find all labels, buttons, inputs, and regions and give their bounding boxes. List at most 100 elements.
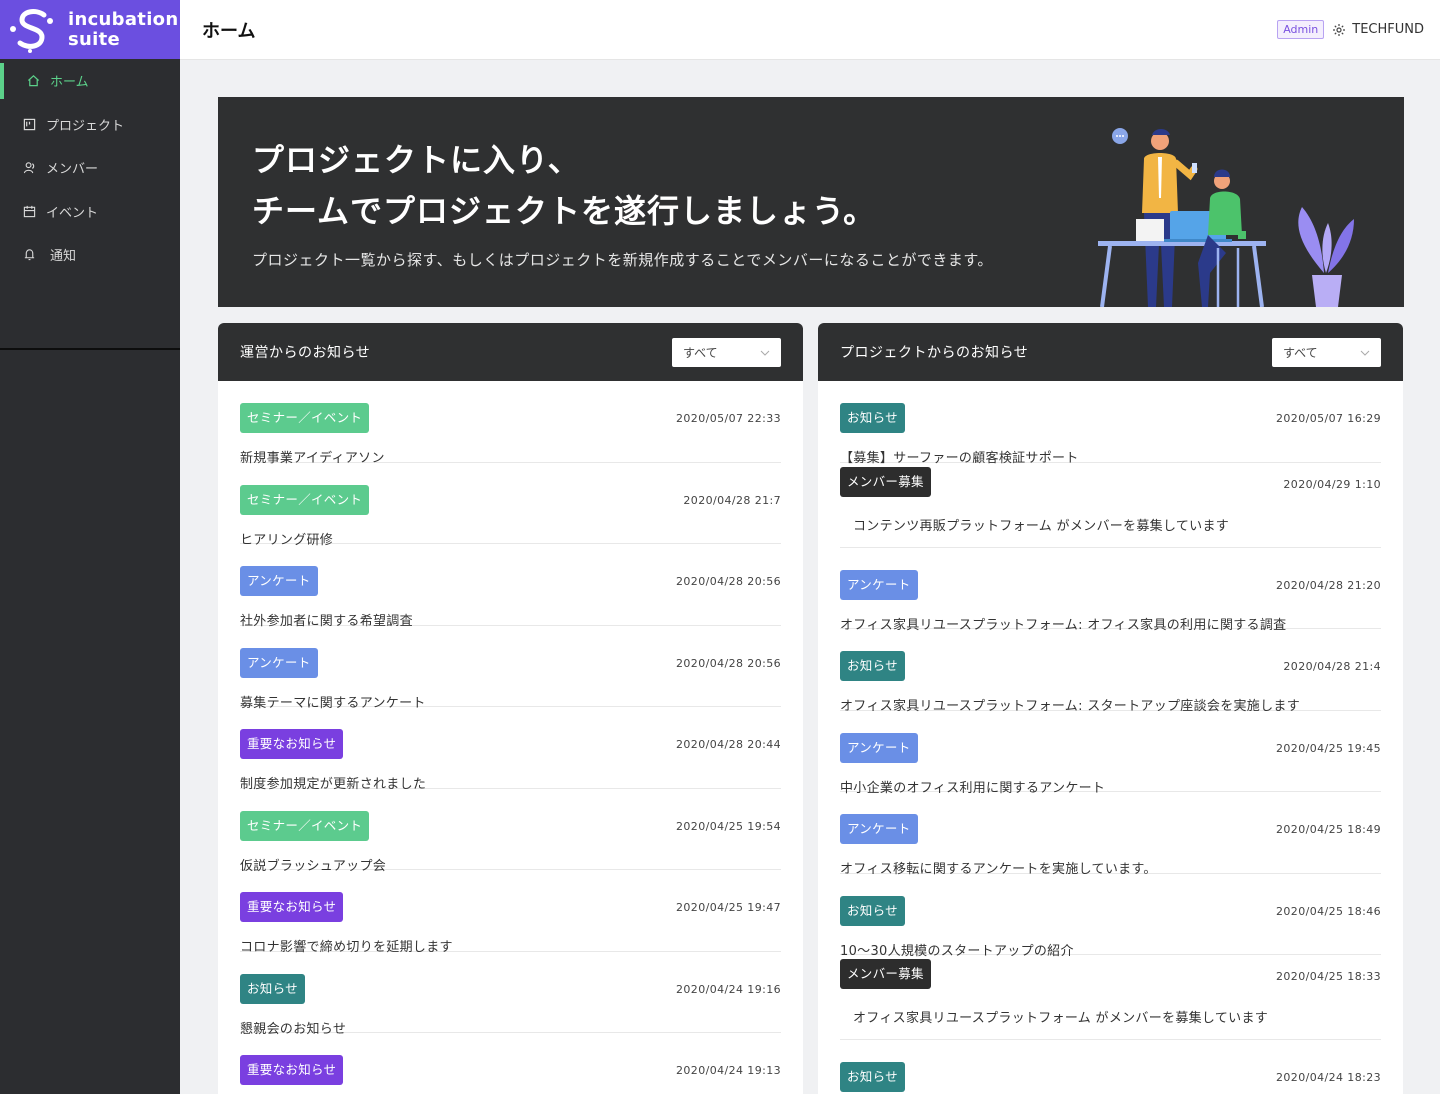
chevron-down-icon	[760, 345, 770, 359]
category-tag[interactable]: お知らせ	[840, 403, 905, 433]
category-tag[interactable]: お知らせ	[840, 651, 905, 681]
notice-title[interactable]: オフィス家具リユースプラットフォーム がメンバーを募集しています	[853, 1007, 1268, 1026]
notice-item[interactable]: セミナー／イベント 2020/04/28 21:7 ヒアリング研修	[240, 463, 781, 548]
gear-icon[interactable]	[1332, 23, 1346, 37]
notice-item[interactable]: 重要なお知らせ 2020/04/25 19:47 コロナ影響で締め切りを延期しま…	[240, 870, 781, 955]
category-tag[interactable]: お知らせ	[840, 895, 905, 926]
notice-date: 2020/04/28 21:7	[683, 493, 781, 507]
notice-item[interactable]: アンケート 2020/04/28 21:20 オフィス家具リユースプラットフォー…	[840, 548, 1381, 633]
notice-item[interactable]: メンバー募集 2020/04/29 1:10 コンテンツ再販プラットフォーム が…	[840, 463, 1381, 548]
notice-item[interactable]: お知らせ 2020/04/24 18:23	[840, 1040, 1381, 1094]
notice-item[interactable]: お知らせ 2020/04/24 19:16 懇親会のお知らせ	[240, 952, 781, 1037]
notice-date: 2020/04/25 19:45	[1276, 741, 1381, 755]
notice-item[interactable]: お知らせ 2020/04/25 18:46 10〜30人規模のスタートアップの紹…	[840, 874, 1381, 959]
notice-item[interactable]: セミナー／イベント 2020/05/07 22:33 新規事業アイディアソン	[240, 381, 781, 466]
panel-title: プロジェクトからのお知らせ	[840, 345, 1029, 361]
sidebar: incubation suite ホーム プロジェクト メンバー イベント 通知	[0, 0, 180, 1094]
panel-header: プロジェクトからのお知らせ すべて	[818, 323, 1403, 381]
notice-date: 2020/05/07 16:29	[1276, 412, 1381, 425]
category-tag[interactable]: セミナー／イベント	[240, 810, 370, 841]
category-tag[interactable]: お知らせ	[840, 1062, 905, 1092]
sidebar-nav: ホーム プロジェクト メンバー イベント 通知	[0, 59, 180, 277]
sidebar-item-notifications[interactable]: 通知	[0, 233, 180, 277]
header-account: Admin TECHFUND	[1277, 20, 1424, 39]
team-illustration	[1098, 128, 1354, 307]
sidebar-item-members[interactable]: メンバー	[0, 146, 180, 190]
notice-item[interactable]: 重要なお知らせ 2020/04/24 19:13	[240, 1033, 781, 1094]
logo-mark-icon	[10, 8, 53, 53]
panel-header: 運営からのお知らせ すべて	[218, 323, 803, 381]
brand-line2: suite	[68, 28, 121, 50]
sidebar-top: incubation suite ホーム プロジェクト メンバー イベント 通知	[0, 0, 180, 350]
hero-title: プロジェクトに入り、 チームでプロジェクトを遂行しましょう。	[252, 135, 876, 237]
hero-title-line1: プロジェクトに入り、	[252, 141, 581, 179]
hero-title-line2: チームでプロジェクトを遂行しましょう。	[252, 192, 877, 230]
notice-date: 2020/04/24 18:23	[1276, 1071, 1381, 1084]
notice-date: 2020/04/25 18:33	[1276, 970, 1381, 983]
category-tag[interactable]: お知らせ	[240, 973, 305, 1004]
notice-item[interactable]: お知らせ 2020/04/28 21:4 オフィス家具リユースプラットフォーム:…	[840, 629, 1381, 714]
bell-icon	[22, 248, 36, 262]
home-icon	[26, 74, 40, 88]
org-name[interactable]: TECHFUND	[1352, 22, 1424, 37]
brand-logo[interactable]: incubation suite	[0, 0, 180, 59]
notice-date: 2020/04/28 20:56	[676, 656, 781, 670]
category-tag[interactable]: アンケート	[240, 647, 318, 678]
notice-item[interactable]: セミナー／イベント 2020/04/25 19:54 仮説ブラッシュアップ会	[240, 789, 781, 874]
members-icon	[22, 161, 36, 175]
category-tag[interactable]: アンケート	[840, 814, 918, 844]
notice-date: 2020/04/25 19:47	[676, 901, 781, 914]
category-tag[interactable]: 重要なお知らせ	[240, 729, 344, 759]
notice-list: お知らせ 2020/05/07 16:29 【募集】サーファーの顧客検証サポート…	[818, 381, 1403, 1094]
project-icon	[22, 117, 36, 131]
category-tag[interactable]: アンケート	[840, 569, 918, 600]
top-header: ホーム Admin TECHFUND	[180, 0, 1440, 60]
notice-item[interactable]: アンケート 2020/04/28 20:56 社外参加者に関する希望調査	[240, 544, 781, 629]
sidebar-item-label: プロジェクト	[46, 118, 125, 134]
filter-value: すべて	[1283, 345, 1318, 360]
sidebar-item-label: メンバー	[46, 162, 99, 178]
category-filter-select[interactable]: すべて	[672, 337, 781, 367]
category-tag[interactable]: メンバー募集	[840, 959, 931, 989]
filter-value: すべて	[683, 345, 718, 360]
brand-name: incubation suite	[68, 8, 179, 50]
notice-item[interactable]: メンバー募集 2020/04/25 18:33 オフィス家具リユースプラットフォ…	[840, 955, 1381, 1040]
chevron-down-icon	[1360, 345, 1370, 359]
role-badge: Admin	[1277, 20, 1325, 39]
notice-item[interactable]: お知らせ 2020/05/07 16:29 【募集】サーファーの顧客検証サポート	[840, 381, 1381, 466]
category-tag[interactable]: セミナー／イベント	[240, 403, 370, 433]
notice-item[interactable]: アンケート 2020/04/25 18:49 オフィス移転に関するアンケートを実…	[840, 792, 1381, 877]
category-tag[interactable]: メンバー募集	[840, 466, 931, 497]
category-tag[interactable]: セミナー／イベント	[240, 484, 370, 515]
notice-list: セミナー／イベント 2020/05/07 22:33 新規事業アイディアソン セ…	[218, 381, 803, 1094]
notice-date: 2020/04/28 21:4	[1283, 660, 1381, 673]
hero-subtitle: プロジェクト一覧から探す、もしくはプロジェクトを新規作成することでメンバーになる…	[252, 251, 993, 269]
brand-line1: incubation	[68, 8, 179, 30]
notice-date: 2020/04/28 20:44	[676, 738, 781, 751]
category-filter-select[interactable]: すべて	[1272, 337, 1381, 367]
sidebar-item-label: ホーム	[50, 75, 89, 91]
admin-notices-panel: 運営からのお知らせ すべて セミナー／イベント 2020/05/07 22:33…	[218, 323, 803, 1094]
category-tag[interactable]: 重要なお知らせ	[240, 892, 344, 922]
sidebar-item-home[interactable]: ホーム	[0, 59, 180, 103]
notice-date: 2020/04/28 21:20	[1276, 578, 1381, 592]
notice-item[interactable]: アンケート 2020/04/25 19:45 中小企業のオフィス利用に関するアン…	[840, 711, 1381, 796]
category-tag[interactable]: アンケート	[240, 566, 318, 596]
notice-date: 2020/04/25 18:49	[1276, 823, 1381, 836]
hero-banner: プロジェクトに入り、 チームでプロジェクトを遂行しましょう。 プロジェクト一覧か…	[218, 97, 1404, 307]
notice-title[interactable]: コンテンツ再販プラットフォーム がメンバーを募集しています	[853, 515, 1229, 534]
sidebar-item-label: イベント	[46, 205, 99, 221]
notice-date: 2020/04/25 19:54	[676, 819, 781, 833]
sidebar-item-projects[interactable]: プロジェクト	[0, 103, 180, 147]
category-tag[interactable]: アンケート	[840, 732, 918, 763]
panel-title: 運営からのお知らせ	[240, 345, 371, 361]
sidebar-item-events[interactable]: イベント	[0, 190, 180, 234]
notice-date: 2020/04/24 19:13	[676, 1064, 781, 1077]
page-title: ホーム	[202, 20, 256, 42]
notice-item[interactable]: アンケート 2020/04/28 20:56 募集テーマに関するアンケート	[240, 626, 781, 711]
category-tag[interactable]: 重要なお知らせ	[240, 1055, 344, 1085]
notice-item[interactable]: 重要なお知らせ 2020/04/28 20:44 制度参加規定が更新されました	[240, 707, 781, 792]
sidebar-item-label: 通知	[50, 249, 77, 265]
project-notices-panel: プロジェクトからのお知らせ すべて お知らせ 2020/05/07 16:29 …	[818, 323, 1403, 1094]
notice-date: 2020/04/28 20:56	[676, 575, 781, 588]
